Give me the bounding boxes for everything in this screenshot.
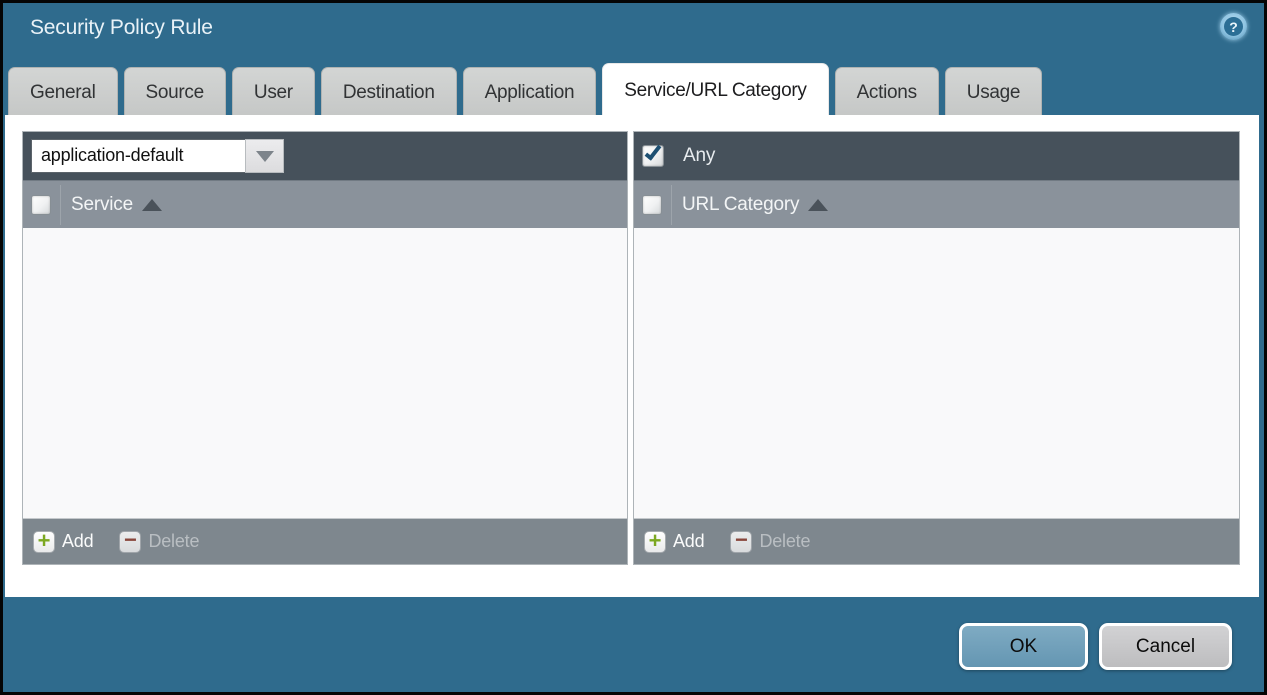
- tab-destination[interactable]: Destination: [321, 67, 457, 117]
- url-category-panel: Any URL Category + Add − Delete: [633, 131, 1240, 565]
- any-checkbox[interactable]: [642, 145, 664, 167]
- tab-source[interactable]: Source: [124, 67, 226, 117]
- dropdown-button[interactable]: [245, 139, 284, 173]
- dialog-title: Security Policy Rule: [30, 16, 213, 40]
- select-all-services-checkbox[interactable]: [31, 195, 51, 215]
- ok-button[interactable]: OK: [959, 623, 1088, 670]
- tab-service-url-category[interactable]: Service/URL Category: [602, 63, 828, 117]
- url-category-column-header-row: URL Category: [634, 180, 1239, 228]
- add-service-label: Add: [62, 531, 93, 552]
- add-url-category-label: Add: [673, 531, 704, 552]
- plus-icon: +: [33, 531, 55, 553]
- select-all-url-categories-checkbox[interactable]: [642, 195, 662, 215]
- url-category-toolbar: Any: [634, 132, 1239, 180]
- url-category-footer: + Add − Delete: [634, 518, 1239, 564]
- service-column-header[interactable]: Service: [71, 194, 133, 216]
- delete-service-button[interactable]: − Delete: [119, 531, 199, 553]
- service-type-dropdown[interactable]: application-default: [31, 139, 284, 173]
- delete-url-category-label: Delete: [759, 531, 810, 552]
- service-footer: + Add − Delete: [23, 518, 627, 564]
- tab-application[interactable]: Application: [463, 67, 597, 117]
- any-label: Any: [683, 145, 715, 167]
- tab-general[interactable]: General: [8, 67, 118, 117]
- tab-user[interactable]: User: [232, 67, 315, 117]
- header-divider: [60, 185, 61, 225]
- dialog-body: application-default Service + Add: [5, 115, 1259, 597]
- minus-icon: −: [730, 531, 752, 553]
- help-icon-glyph: ?: [1224, 17, 1243, 36]
- help-icon[interactable]: ?: [1220, 13, 1247, 40]
- checkmark-icon: [645, 142, 662, 160]
- tab-bar: General Source User Destination Applicat…: [8, 63, 1042, 117]
- cancel-button[interactable]: Cancel: [1099, 623, 1232, 670]
- delete-service-label: Delete: [148, 531, 199, 552]
- header-divider: [671, 185, 672, 225]
- plus-icon: +: [644, 531, 666, 553]
- add-url-category-button[interactable]: + Add: [644, 531, 704, 553]
- chevron-down-icon: [256, 151, 274, 162]
- sort-ascending-icon[interactable]: [142, 199, 162, 211]
- add-service-button[interactable]: + Add: [33, 531, 93, 553]
- tab-usage[interactable]: Usage: [945, 67, 1042, 117]
- minus-icon: −: [119, 531, 141, 553]
- delete-url-category-button[interactable]: − Delete: [730, 531, 810, 553]
- service-toolbar: application-default: [23, 132, 627, 180]
- url-category-column-header[interactable]: URL Category: [682, 194, 799, 216]
- security-policy-rule-dialog: Security Policy Rule ? General Source Us…: [0, 0, 1267, 695]
- sort-ascending-icon[interactable]: [808, 199, 828, 211]
- tab-actions[interactable]: Actions: [835, 67, 939, 117]
- service-panel: application-default Service + Add: [22, 131, 628, 565]
- service-column-header-row: Service: [23, 180, 627, 228]
- service-type-value[interactable]: application-default: [31, 139, 245, 173]
- url-category-list[interactable]: [634, 228, 1239, 518]
- service-list[interactable]: [23, 228, 627, 518]
